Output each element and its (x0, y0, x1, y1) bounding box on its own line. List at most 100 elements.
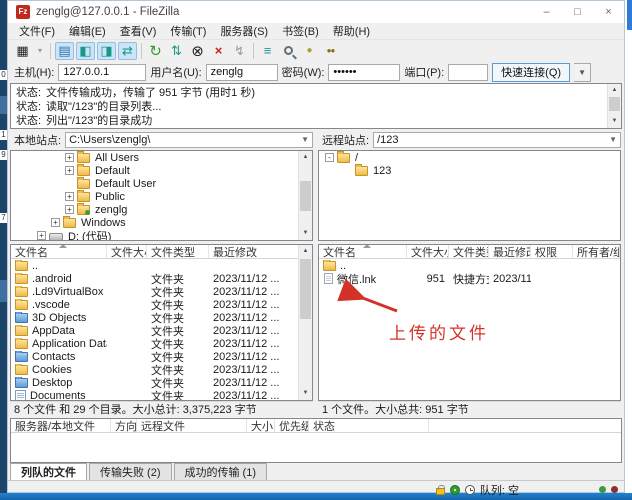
folder-icon (15, 274, 28, 284)
toggle-log-icon[interactable]: ▤ (55, 42, 74, 60)
column-filename[interactable]: 文件名 (11, 245, 107, 258)
remote-site-combobox[interactable]: /123▼ (373, 132, 621, 148)
tree-item[interactable]: + Default (11, 164, 312, 177)
column-remote-file[interactable]: 远程文件 (137, 419, 247, 432)
refresh-icon[interactable]: ↻ (146, 42, 165, 60)
reconnect-icon[interactable]: ↯ (230, 42, 249, 60)
menu-bookmarks[interactable]: 书签(B) (275, 23, 326, 39)
column-permissions[interactable]: 权限 (531, 245, 573, 258)
tree-item[interactable]: +zenglg (11, 203, 312, 216)
scroll-down-icon[interactable]: ▼ (608, 115, 621, 128)
tree-item-label: Default (94, 165, 130, 177)
scroll-up-icon[interactable]: ▲ (299, 245, 312, 258)
tree-item-label: / (354, 152, 358, 164)
gear-icon[interactable] (450, 485, 460, 495)
chevron-down-icon[interactable]: ▼ (301, 135, 309, 144)
remote-file-list[interactable]: 文件名 文件大小 文件类型 最近修改 权限 所有者/组 .. 微信.lnk951… (318, 244, 621, 401)
tree-item[interactable]: -/ (319, 151, 620, 164)
local-list-scrollbar[interactable]: ▲▼ (298, 245, 312, 400)
minimize-button[interactable]: – (531, 1, 562, 23)
column-filetype[interactable]: 文件类型 (147, 245, 209, 258)
local-file-list[interactable]: 文件名 文件大小 文件类型 最近修改 .. .android文件夹2023/11… (10, 244, 313, 401)
column-filetype[interactable]: 文件类型 (449, 245, 489, 258)
scroll-up-icon[interactable]: ▲ (608, 84, 621, 97)
tree-item[interactable]: +D: (代码) (11, 229, 312, 241)
menu-help[interactable]: 帮助(H) (326, 23, 377, 39)
password-input[interactable]: •••••• (328, 64, 400, 81)
quickconnect-dropdown-icon[interactable]: ▼ (574, 63, 591, 82)
scroll-down-icon[interactable]: ▼ (299, 227, 312, 240)
column-direction[interactable]: 方向 (111, 419, 137, 432)
user-folder-icon (77, 205, 90, 215)
expander-icon[interactable]: - (325, 153, 334, 162)
toggle-remote-tree-icon[interactable]: ◨ (97, 42, 116, 60)
titlebar[interactable]: Fz zenglg@127.0.0.1 - FileZilla – □ × (8, 1, 624, 23)
expander-icon[interactable]: + (65, 192, 74, 201)
column-size[interactable]: 大小 (247, 419, 275, 432)
menu-file[interactable]: 文件(F) (12, 23, 62, 39)
menu-view[interactable]: 查看(V) (113, 23, 164, 39)
remote-directory-tree[interactable]: -/ 123 (318, 150, 621, 241)
column-priority[interactable]: 优先级 (275, 419, 309, 432)
disconnect-icon[interactable]: × (209, 42, 228, 60)
column-server-local-file[interactable]: 服务器/本地文件 (11, 419, 111, 432)
transfer-queue[interactable]: 服务器/本地文件 方向 远程文件 大小 优先级 状态 (10, 418, 622, 463)
folder-icon (77, 166, 90, 176)
tab-queued-files[interactable]: 列队的文件 (10, 463, 87, 480)
port-input[interactable] (448, 64, 488, 81)
tab-successful-transfers[interactable]: 成功的传输 (1) (174, 463, 268, 480)
toggle-local-tree-icon[interactable]: ◧ (76, 42, 95, 60)
toolbar: ▦ ▾ ▤ ◧ ◨ ⇄ ↻ ⇅ ⊗ × ↯ ≡ ● ●● (8, 40, 624, 61)
scroll-down-icon[interactable]: ▼ (299, 387, 312, 400)
toggle-queue-icon[interactable]: ⇄ (118, 42, 137, 60)
filter-icon[interactable]: ≡ (258, 42, 277, 60)
local-directory-tree[interactable]: +All Users + Default Default User +Public… (10, 150, 313, 241)
site-manager-icon[interactable]: ▦ (13, 42, 32, 60)
expander-icon[interactable]: + (51, 218, 60, 227)
file-row[interactable]: Documents文件夹2023/11/12 ... (11, 389, 312, 401)
column-modified[interactable]: 最近修改 (489, 245, 531, 258)
expander-icon[interactable]: + (65, 205, 74, 214)
username-input[interactable]: zenglg (206, 64, 278, 81)
window-title: zenglg@127.0.0.1 - FileZilla (36, 6, 179, 18)
column-filesize[interactable]: 文件大小 (407, 245, 449, 258)
compare-icon[interactable] (279, 42, 298, 60)
column-modified[interactable]: 最近修改 (209, 245, 312, 258)
menu-server[interactable]: 服务器(S) (213, 23, 275, 39)
tab-failed-transfers[interactable]: 传输失败 (2) (89, 463, 172, 480)
scroll-up-icon[interactable]: ▲ (299, 151, 312, 164)
cancel-icon[interactable]: ⊗ (188, 42, 207, 60)
tree-item[interactable]: +Public (11, 190, 312, 203)
tree-item[interactable]: +Windows (11, 216, 312, 229)
lock-icon[interactable] (436, 488, 445, 495)
chevron-down-icon[interactable]: ▼ (609, 135, 617, 144)
column-status[interactable]: 状态 (309, 419, 429, 432)
host-input[interactable]: 127.0.0.1 (58, 64, 146, 81)
local-tree-scrollbar[interactable]: ▲▼ (298, 151, 312, 240)
clock-icon[interactable] (465, 485, 475, 495)
menu-edit[interactable]: 编辑(E) (62, 23, 113, 39)
menu-transfer[interactable]: 传输(T) (163, 23, 213, 39)
sync-browsing-icon[interactable]: ● (300, 42, 319, 60)
log-scrollbar[interactable]: ▲▼ (607, 84, 621, 128)
column-filesize[interactable]: 文件大小 (107, 245, 147, 258)
tree-item[interactable]: +All Users (11, 151, 312, 164)
column-owner-group[interactable]: 所有者/组 (573, 245, 620, 258)
expander-icon[interactable]: + (65, 166, 74, 175)
column-filename[interactable]: 文件名 (319, 245, 407, 258)
status-bar: 队列: 空 (8, 481, 624, 498)
local-site-bar: 本地站点: C:\Users\zenglg\▼ (10, 131, 313, 148)
site-manager-dropdown-icon[interactable]: ▾ (34, 42, 46, 60)
local-site-combobox[interactable]: C:\Users\zenglg\▼ (65, 132, 313, 148)
expander-icon[interactable]: + (65, 153, 74, 162)
expander-icon[interactable]: + (37, 231, 46, 240)
maximize-button[interactable]: □ (562, 1, 593, 23)
file-row[interactable]: 微信.lnk951快捷方式2023/11/1... (319, 272, 620, 285)
tree-item[interactable]: Default User (11, 177, 312, 190)
process-queue-icon[interactable]: ⇅ (167, 42, 186, 60)
find-files-icon[interactable]: ●● (321, 42, 340, 60)
quickconnect-button[interactable]: 快速连接(Q) (492, 63, 570, 82)
tree-item[interactable]: 123 (319, 164, 620, 177)
local-list-header: 文件名 文件大小 文件类型 最近修改 (11, 245, 312, 259)
close-button[interactable]: × (593, 1, 624, 23)
